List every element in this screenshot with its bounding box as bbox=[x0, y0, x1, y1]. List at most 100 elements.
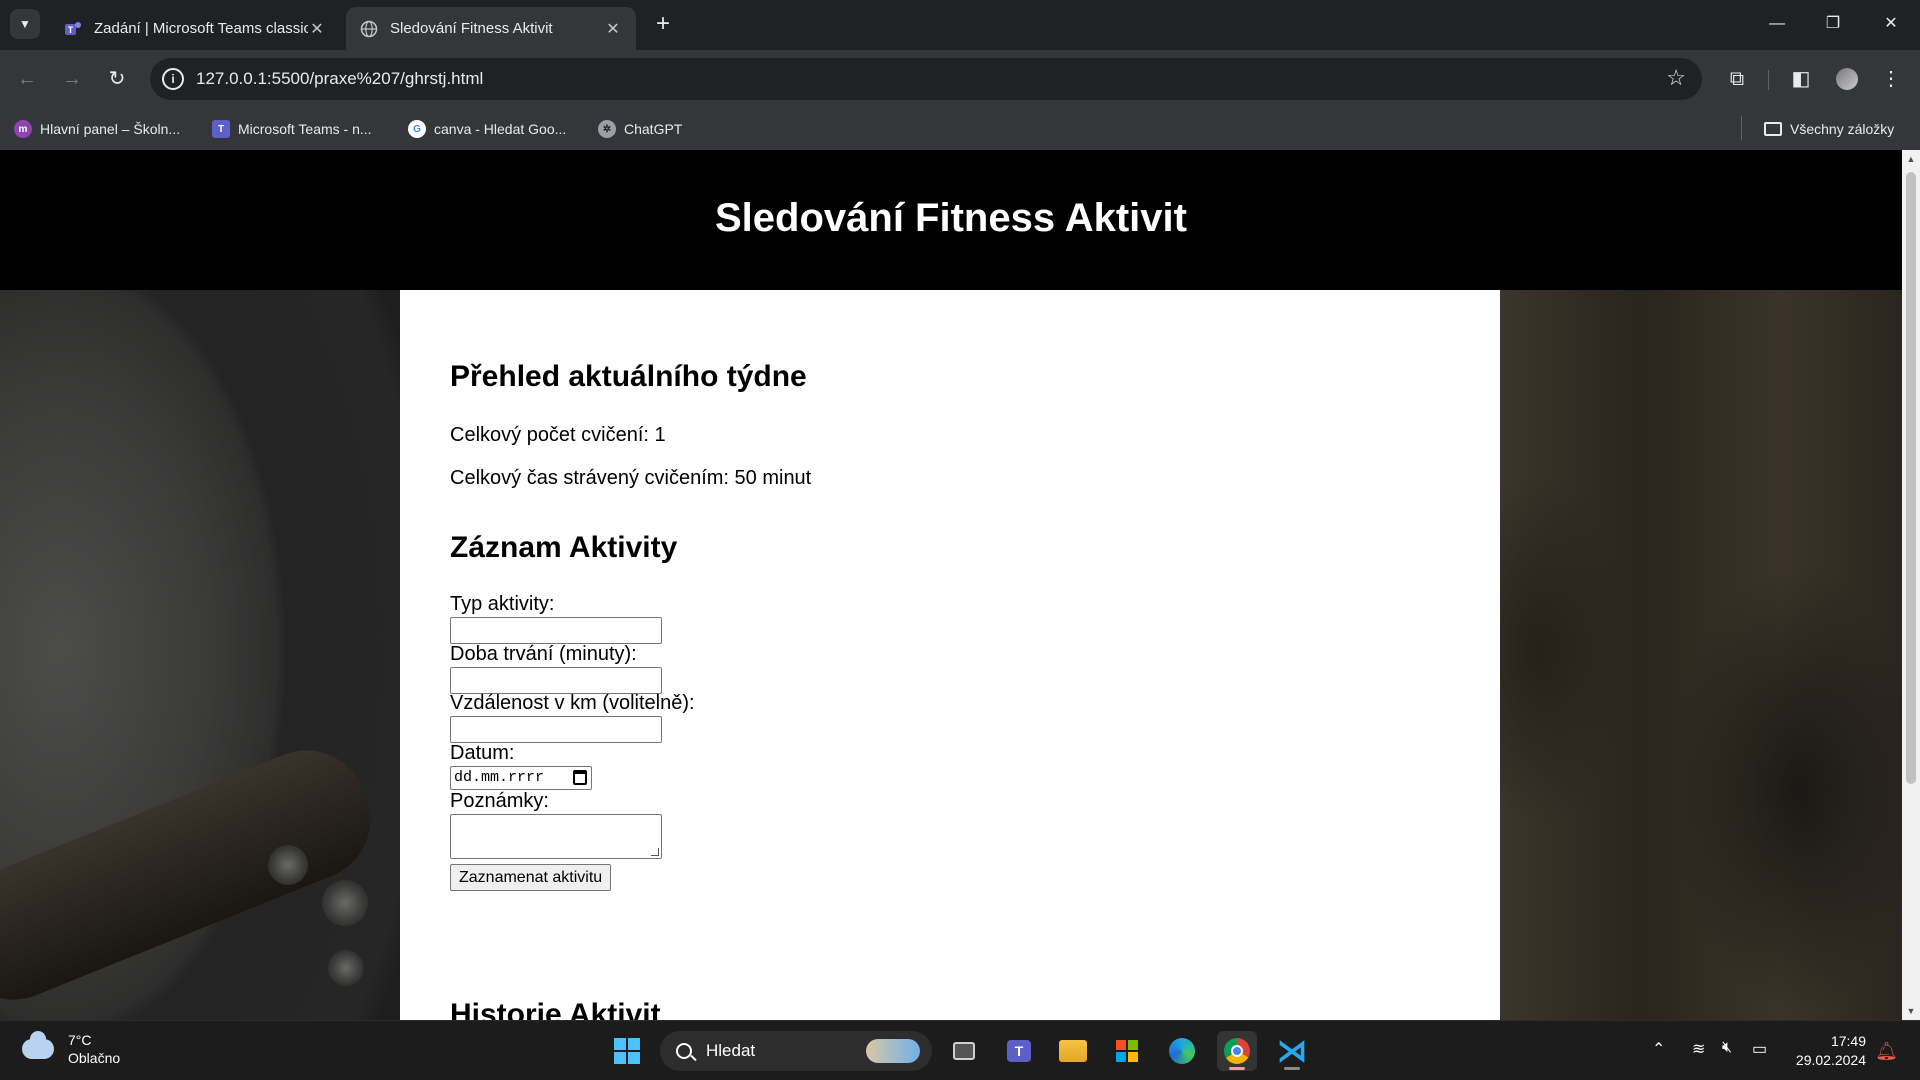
search-highlight-icon bbox=[866, 1039, 920, 1063]
tab-teams[interactable]: T Zadání | Microsoft Teams classic ✕ bbox=[50, 7, 340, 50]
moodle-icon: m bbox=[14, 120, 32, 138]
forward-button[interactable]: → bbox=[57, 64, 87, 94]
store-button[interactable] bbox=[1107, 1031, 1147, 1071]
teams-icon: T bbox=[65, 21, 81, 35]
scroll-up-icon[interactable]: ▲ bbox=[1906, 154, 1916, 164]
tab-search-button[interactable]: ▼ bbox=[10, 9, 40, 39]
notes-textarea[interactable] bbox=[450, 814, 662, 859]
close-icon[interactable]: ✕ bbox=[308, 19, 326, 39]
activity-type-label: Typ aktivity: bbox=[450, 593, 555, 615]
teams-icon: T bbox=[1007, 1040, 1031, 1062]
scroll-down-icon[interactable]: ▼ bbox=[1906, 1006, 1916, 1016]
all-bookmarks-button[interactable]: Všechny záložky bbox=[1764, 116, 1894, 142]
scrollbar-thumb[interactable] bbox=[1906, 172, 1916, 784]
restore-button[interactable]: ❐ bbox=[1818, 10, 1848, 38]
chrome-button[interactable] bbox=[1217, 1031, 1257, 1071]
wifi-icon[interactable]: ≋ bbox=[1692, 1039, 1705, 1059]
tab-title: Zadání | Microsoft Teams classic bbox=[94, 20, 308, 37]
bookmark-item[interactable]: m Hlavní panel – Školn... bbox=[14, 116, 180, 142]
menu-kebab-icon[interactable]: ⋮ bbox=[1876, 64, 1906, 94]
site-header: Sledování Fitness Aktivit bbox=[0, 150, 1902, 290]
weather-temp: 7°C bbox=[68, 1032, 92, 1048]
distance-label: Vzdálenost v km (volitelně): bbox=[450, 692, 695, 714]
teams-icon: T bbox=[212, 120, 230, 138]
bookmark-item[interactable]: G canva - Hledat Goo... bbox=[408, 116, 566, 142]
folder-icon bbox=[1764, 122, 1782, 136]
clock[interactable]: 17:49 29.02.2024 bbox=[1796, 1032, 1866, 1070]
teams-taskbar-button[interactable]: T bbox=[999, 1031, 1039, 1071]
close-icon[interactable]: ✕ bbox=[604, 19, 622, 39]
open-indicator bbox=[1284, 1067, 1300, 1070]
chatgpt-icon: ✲ bbox=[598, 120, 616, 138]
cloud-icon bbox=[22, 1031, 54, 1059]
new-tab-button[interactable]: + bbox=[650, 10, 676, 38]
address-bar[interactable]: i 127.0.0.1:5500/praxe%207/ghrstj.html ☆ bbox=[150, 58, 1702, 100]
extensions-icon[interactable]: ⧉ bbox=[1722, 64, 1752, 94]
notes-label: Poznámky: bbox=[450, 790, 549, 812]
volume-muted-icon[interactable]: 🔇︎ bbox=[1722, 1039, 1732, 1057]
distance-input[interactable] bbox=[450, 716, 662, 743]
windows-icon bbox=[614, 1038, 640, 1064]
clock-date: 29.02.2024 bbox=[1795, 1052, 1866, 1068]
task-view-button[interactable] bbox=[944, 1031, 984, 1071]
tab-strip: ▼ T Zadání | Microsoft Teams classic ✕ S… bbox=[0, 0, 1920, 50]
submit-activity-button[interactable]: Zaznamenat aktivitu bbox=[450, 864, 612, 891]
bookmarks-bar: m Hlavní panel – Školn... T Microsoft Te… bbox=[0, 108, 1920, 150]
background-image-left bbox=[0, 290, 400, 1020]
calendar-icon[interactable] bbox=[573, 770, 587, 785]
task-view-icon bbox=[953, 1042, 975, 1060]
chrome-icon bbox=[1224, 1038, 1250, 1064]
side-panel-icon[interactable]: ◧ bbox=[1786, 64, 1816, 94]
globe-icon bbox=[360, 20, 378, 37]
minimize-button[interactable]: — bbox=[1762, 10, 1792, 38]
folder-icon bbox=[1059, 1040, 1087, 1062]
all-bookmarks-label: Všechny záložky bbox=[1790, 121, 1895, 137]
info-icon[interactable]: i bbox=[162, 68, 184, 90]
tab-title: Sledování Fitness Aktivit bbox=[390, 20, 553, 37]
edge-icon bbox=[1169, 1038, 1195, 1064]
taskbar-search[interactable]: Hledat bbox=[660, 1031, 932, 1071]
url-text[interactable]: 127.0.0.1:5500/praxe%207/ghrstj.html bbox=[196, 69, 483, 89]
page-scrollbar[interactable]: ▲ ▼ bbox=[1902, 150, 1920, 1020]
arrow-left-icon: ← bbox=[17, 68, 37, 90]
search-label: Hledat bbox=[706, 1041, 756, 1060]
reload-button[interactable]: ↻ bbox=[102, 64, 132, 94]
background-image-right bbox=[1500, 290, 1902, 1020]
edge-button[interactable] bbox=[1162, 1031, 1202, 1071]
resize-grip-icon[interactable] bbox=[651, 848, 659, 856]
taskbar: 7°C Oblačno Hledat T ⋊ ⌃ ≋ 🔇︎ ▭ 17:49 29… bbox=[0, 1020, 1920, 1080]
vscode-icon: ⋊ bbox=[1277, 1034, 1307, 1068]
date-label: Datum: bbox=[450, 742, 515, 764]
date-input[interactable]: dd.mm.rrrr bbox=[450, 766, 592, 790]
search-icon bbox=[676, 1043, 692, 1059]
toolbar: ← → ↻ i 127.0.0.1:5500/praxe%207/ghrstj.… bbox=[0, 50, 1920, 108]
bolt bbox=[268, 845, 308, 885]
bookmark-label: Microsoft Teams - n... bbox=[238, 121, 372, 137]
tab-fitness[interactable]: Sledování Fitness Aktivit ✕ bbox=[346, 7, 636, 50]
vscode-button[interactable]: ⋊ bbox=[1272, 1031, 1312, 1071]
start-button[interactable] bbox=[607, 1031, 647, 1071]
chevron-down-icon: ▼ bbox=[19, 17, 31, 31]
file-explorer-button[interactable] bbox=[1053, 1031, 1093, 1071]
show-hidden-icons-chevron-icon[interactable]: ⌃ bbox=[1652, 1039, 1665, 1059]
bookmark-item[interactable]: T Microsoft Teams - n... bbox=[212, 116, 372, 142]
arrow-right-icon: → bbox=[62, 68, 82, 90]
bookmark-star-icon[interactable]: ☆ bbox=[1666, 65, 1686, 91]
notification-bell-icon[interactable]: 🔔︎ bbox=[1875, 1041, 1898, 1062]
overview-heading: Přehled aktuálního týdne bbox=[450, 360, 807, 393]
profile-avatar[interactable] bbox=[1832, 64, 1862, 94]
toolbar-divider bbox=[1768, 70, 1769, 90]
activity-type-input[interactable] bbox=[450, 617, 662, 644]
back-button[interactable]: ← bbox=[12, 64, 42, 94]
weather-widget[interactable]: 7°C Oblačno bbox=[22, 1031, 120, 1067]
main-content: Přehled aktuálního týdne Celkový počet c… bbox=[400, 290, 1500, 1020]
total-count-text: Celkový počet cvičení: 1 bbox=[450, 424, 666, 446]
duration-input[interactable] bbox=[450, 667, 662, 694]
clock-time: 17:49 bbox=[1830, 1033, 1866, 1049]
close-window-button[interactable]: ✕ bbox=[1876, 10, 1906, 38]
weather-desc: Oblačno bbox=[68, 1050, 121, 1066]
total-time-text: Celkový čas strávený cvičením: 50 minut bbox=[450, 467, 812, 489]
bookmark-item[interactable]: ✲ ChatGPT bbox=[598, 116, 682, 142]
battery-icon[interactable]: ▭ bbox=[1752, 1039, 1767, 1059]
google-icon: G bbox=[408, 120, 426, 138]
